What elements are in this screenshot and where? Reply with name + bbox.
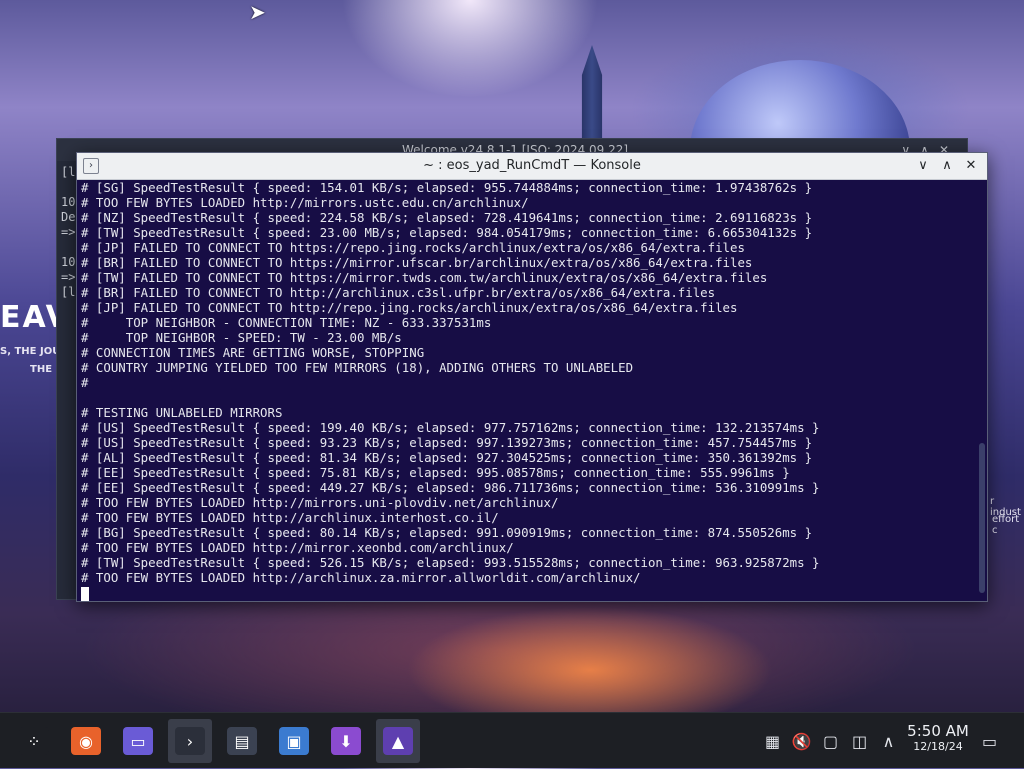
terminal-line: # [SG] SpeedTestResult { speed: 154.01 K… <box>81 180 813 195</box>
close-button[interactable]: ✕ <box>963 158 979 174</box>
terminal-line: # [BR] FAILED TO CONNECT TO https://mirr… <box>81 255 753 270</box>
terminal-line: # <box>81 375 89 390</box>
welcome-terminal-fragment: [l 10 De => 10 => [l <box>61 165 75 300</box>
welcome-fragment-line <box>61 240 75 255</box>
clock-date: 12/18/24 <box>913 740 963 753</box>
terminal-line: # TOP NEIGHBOR - CONNECTION TIME: NZ - 6… <box>81 315 492 330</box>
tray-expand-icon[interactable]: ∧ <box>874 732 903 751</box>
welcome-fragment-line: 10 <box>61 255 76 269</box>
terminal-line: # [BR] FAILED TO CONNECT TO http://archl… <box>81 285 716 300</box>
firefox-icon: ◉ <box>71 727 101 755</box>
mouse-pointer-icon: ➤ <box>249 0 266 24</box>
terminal-line: # TOO FEW BYTES LOADED http://mirrors.un… <box>81 495 559 510</box>
terminal-line: # [US] SpeedTestResult { speed: 199.40 K… <box>81 420 820 435</box>
system-tray: ▦ 🔇 ▢ ◫ ∧ <box>758 713 903 769</box>
downloader-icon: ⬇ <box>331 727 361 755</box>
terminal-scrollbar[interactable] <box>979 443 985 593</box>
volume-muted-icon[interactable]: 🔇 <box>787 732 816 751</box>
terminal-line: # TOO FEW BYTES LOADED http://mirror.xeo… <box>81 540 514 555</box>
welcome-fragment-line: => <box>61 225 76 239</box>
terminal-line: # [JP] FAILED TO CONNECT TO http://repo.… <box>81 300 738 315</box>
terminal-line: # TOO FEW BYTES LOADED http://mirrors.us… <box>81 195 529 210</box>
terminal-line: # [BG] SpeedTestResult { speed: 80.14 KB… <box>81 525 813 540</box>
maximize-button[interactable]: ∧ <box>939 158 955 174</box>
app-launcher-icon: ⁘ <box>19 727 49 755</box>
terminal-line: # TOO FEW BYTES LOADED http://archlinux.… <box>81 510 499 525</box>
wallpaper-tower <box>581 45 603 145</box>
terminal-cursor <box>81 586 89 601</box>
terminal-line: # [TW] SpeedTestResult { speed: 526.15 K… <box>81 555 820 570</box>
minimize-button[interactable]: ∨ <box>915 158 931 174</box>
terminal-line: # [JP] FAILED TO CONNECT TO https://repo… <box>81 240 745 255</box>
terminal-prompt-line[interactable] <box>81 585 975 601</box>
terminal-line: # [US] SpeedTestResult { speed: 93.23 KB… <box>81 435 813 450</box>
terminal-line: # [TW] FAILED TO CONNECT TO https://mirr… <box>81 270 768 285</box>
endeavouros-welcome-icon: ▲ <box>383 727 413 755</box>
system-monitor-icon: ▤ <box>227 727 257 755</box>
terminal-line: # TOO FEW BYTES LOADED http://archlinux.… <box>81 570 641 585</box>
show-desktop-button[interactable]: ▭ <box>982 713 997 769</box>
taskbar-app-screenshot[interactable]: ▣ <box>272 719 316 763</box>
konsole-window-title: ~ : eos_yad_RunCmdT — Konsole <box>423 158 641 173</box>
terminal-line: # TESTING UNLABELED MIRRORS <box>81 405 283 420</box>
clock[interactable]: 5:50 AM 12/18/24 <box>902 722 974 754</box>
file-manager-icon: ▭ <box>123 727 153 755</box>
taskbar-app-downloader[interactable]: ⬇ <box>324 719 368 763</box>
terminal-line: # [NZ] SpeedTestResult { speed: 224.58 K… <box>81 210 813 225</box>
taskbar-app-app-launcher[interactable]: ⁘ <box>12 719 56 763</box>
network-icon[interactable]: ◫ <box>845 732 874 751</box>
welcome-fragment-line: [l <box>61 285 76 299</box>
terminal-line: # COUNTRY JUMPING YIELDED TOO FEW MIRROR… <box>81 360 634 375</box>
screenshot-icon: ▣ <box>279 727 309 755</box>
welcome-fragment-line: De <box>61 210 76 224</box>
welcome-fragment-line: 10 <box>61 195 76 209</box>
clock-time: 5:50 AM <box>907 722 969 740</box>
konsole-window[interactable]: › ~ : eos_yad_RunCmdT — Konsole ∨ ∧ ✕ # … <box>76 152 988 602</box>
taskbar-app-system-monitor[interactable]: ▤ <box>220 719 264 763</box>
terminal-line: # [TW] SpeedTestResult { speed: 23.00 MB… <box>81 225 813 240</box>
terminal-output[interactable]: # [SG] SpeedTestResult { speed: 154.01 K… <box>77 180 975 601</box>
konsole-icon: › <box>175 727 205 755</box>
konsole-titlebar[interactable]: › ~ : eos_yad_RunCmdT — Konsole ∨ ∧ ✕ <box>77 153 987 180</box>
welcome-fragment-line <box>61 180 75 195</box>
taskbar-app-file-manager[interactable]: ▭ <box>116 719 160 763</box>
welcome-fragment-line: [l <box>61 165 76 179</box>
taskbar: ⁘ ◉ ▭ › ▤ ▣ ⬇ ▲ ▦ 🔇 ▢ ◫ ∧ 5:50 AM 12/18/24 ▭ <box>0 712 1024 768</box>
taskbar-app-firefox[interactable]: ◉ <box>64 719 108 763</box>
keyboard-layout-icon[interactable]: ▦ <box>758 732 787 751</box>
taskbar-app-endeavouros-welcome[interactable]: ▲ <box>376 719 420 763</box>
desktop-right-text-2: effort c <box>992 514 1020 536</box>
terminal-line: # [EE] SpeedTestResult { speed: 75.81 KB… <box>81 465 790 480</box>
terminal-line: # [AL] SpeedTestResult { speed: 81.34 KB… <box>81 450 813 465</box>
welcome-fragment-line: => <box>61 270 76 284</box>
terminal-line: # TOP NEIGHBOR - SPEED: TW - 23.00 MB/s <box>81 330 402 345</box>
show-desktop-icon: ▭ <box>982 731 998 751</box>
taskbar-app-konsole[interactable]: › <box>168 719 212 763</box>
save-disk-icon[interactable]: ▢ <box>816 732 845 751</box>
terminal-line: # CONNECTION TIMES ARE GETTING WORSE, ST… <box>81 345 425 360</box>
terminal-line: # [EE] SpeedTestResult { speed: 449.27 K… <box>81 480 820 495</box>
